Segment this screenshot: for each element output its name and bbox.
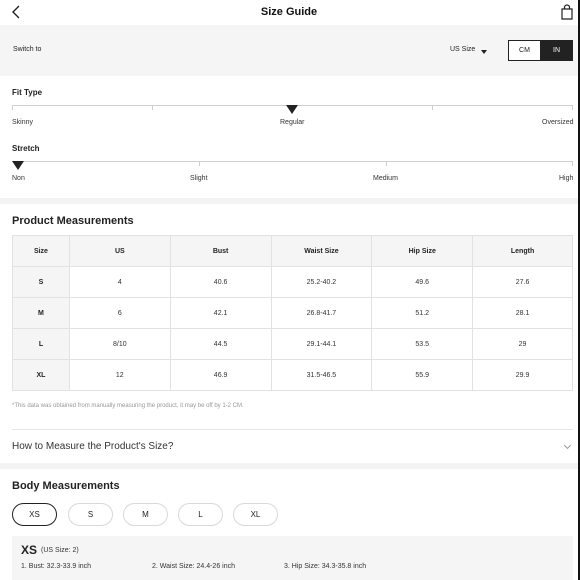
size-system-dropdown[interactable]: US Size	[450, 46, 475, 53]
measurement-note: *This data was obtained from manually me…	[12, 403, 244, 409]
stretch-scale	[12, 161, 573, 162]
table-cell: 28.1	[472, 297, 573, 329]
table-cell: 27.6	[472, 266, 573, 298]
table-cell: 26.8-41.7	[270, 297, 373, 329]
table-cell: 53.5	[371, 328, 474, 360]
detail-size: XS	[21, 543, 38, 557]
table-cell: 12	[68, 359, 171, 391]
table-cell: 44.5	[169, 328, 272, 360]
stretch-option-medium: Medium	[373, 175, 398, 182]
table-cell: 29.1-44.1	[270, 328, 373, 360]
stretch-option-slight: Slight	[190, 175, 208, 182]
table-cell: 31.5-46.5	[270, 359, 373, 391]
table-cell: XL	[12, 359, 70, 391]
stretch-option-non: Non	[12, 175, 25, 182]
size-pill-xs[interactable]: XS	[12, 503, 57, 526]
size-pill-m[interactable]: M	[123, 503, 168, 526]
fit-option-regular: Regular	[280, 119, 305, 126]
fit-tick	[572, 105, 573, 110]
table-row: XL 12 46.9 31.5-46.5 55.9 29.9	[12, 359, 573, 391]
stretch-marker	[12, 161, 24, 170]
stretch-option-high: High	[559, 175, 574, 182]
stretch-tick	[572, 161, 573, 166]
fit-option-skinny: Skinny	[12, 119, 34, 126]
unit-cm-button[interactable]: CM	[508, 40, 541, 61]
table-cell: 46.9	[169, 359, 272, 391]
body-measurement-detail	[12, 536, 573, 580]
divider	[12, 429, 573, 430]
table-cell: 25.2-40.2	[270, 266, 373, 298]
table-cell: 29	[472, 328, 573, 360]
table-cell: 55.9	[371, 359, 474, 391]
stretch-label: Stretch	[12, 144, 40, 153]
column-header: Hip Size	[371, 235, 474, 267]
table-cell: 51.2	[371, 297, 474, 329]
size-pill-xl[interactable]: XL	[233, 503, 278, 526]
table-cell: S	[12, 266, 70, 298]
table-cell: 40.6	[169, 266, 272, 298]
product-measurements-table: Size US Bust Waist Size Hip Size Length …	[12, 235, 573, 391]
detail-waist: 2. Waist Size: 24.4-26 inch	[152, 563, 236, 570]
table-cell: 49.6	[371, 266, 474, 298]
column-header: Length	[472, 235, 573, 267]
how-to-measure-link[interactable]: How to Measure the Product's Size?	[12, 441, 173, 452]
shopping-bag-icon[interactable]	[560, 4, 574, 20]
table-cell: 42.1	[169, 297, 272, 329]
column-header: US	[68, 235, 171, 267]
table-cell: 29.9	[472, 359, 573, 391]
detail-hip: 3. Hip Size: 34.3-35.8 inch	[284, 563, 367, 570]
table-row: M 6 42.1 26.8-41.7 51.2 28.1	[12, 297, 573, 329]
unit-switch-bar	[0, 25, 578, 76]
table-header-row: Size US Bust Waist Size Hip Size Length	[12, 235, 573, 267]
fit-tick	[152, 105, 153, 110]
stretch-tick	[199, 161, 200, 166]
fit-type-label: Fit Type	[12, 88, 43, 97]
unit-in-button[interactable]: IN	[540, 40, 573, 61]
stretch-tick	[386, 161, 387, 166]
chevron-down-icon[interactable]	[563, 441, 572, 450]
table-row: S 4 40.6 25.2-40.2 49.6 27.6	[12, 266, 573, 298]
column-header: Size	[12, 235, 70, 267]
table-cell: M	[12, 297, 70, 329]
product-measurements-title: Product Measurements	[12, 215, 134, 227]
section-divider	[0, 198, 578, 204]
fit-type-marker	[286, 105, 298, 114]
table-row: L 8/10 44.5 29.1-44.1 53.5 29	[12, 328, 573, 360]
table-cell: 4	[68, 266, 171, 298]
fit-option-oversized: Oversized	[542, 119, 574, 126]
fit-tick	[432, 105, 433, 110]
size-pill-l[interactable]: L	[178, 503, 223, 526]
switch-to-label: Switch to	[13, 46, 42, 53]
column-header: Waist Size	[270, 235, 373, 267]
page-title: Size Guide	[260, 6, 318, 18]
detail-us-size: (US Size: 2)	[41, 547, 79, 554]
body-measurements-title: Body Measurements	[12, 480, 120, 492]
column-header: Bust	[169, 235, 272, 267]
detail-bust: 1. Bust: 32.3-33.9 inch	[21, 563, 92, 570]
table-cell: 6	[68, 297, 171, 329]
section-divider	[0, 463, 578, 469]
table-cell: L	[12, 328, 70, 360]
fit-tick	[12, 105, 13, 110]
table-cell: 8/10	[68, 328, 171, 360]
dropdown-caret-icon[interactable]	[481, 50, 487, 54]
size-pill-s[interactable]: S	[68, 503, 113, 526]
